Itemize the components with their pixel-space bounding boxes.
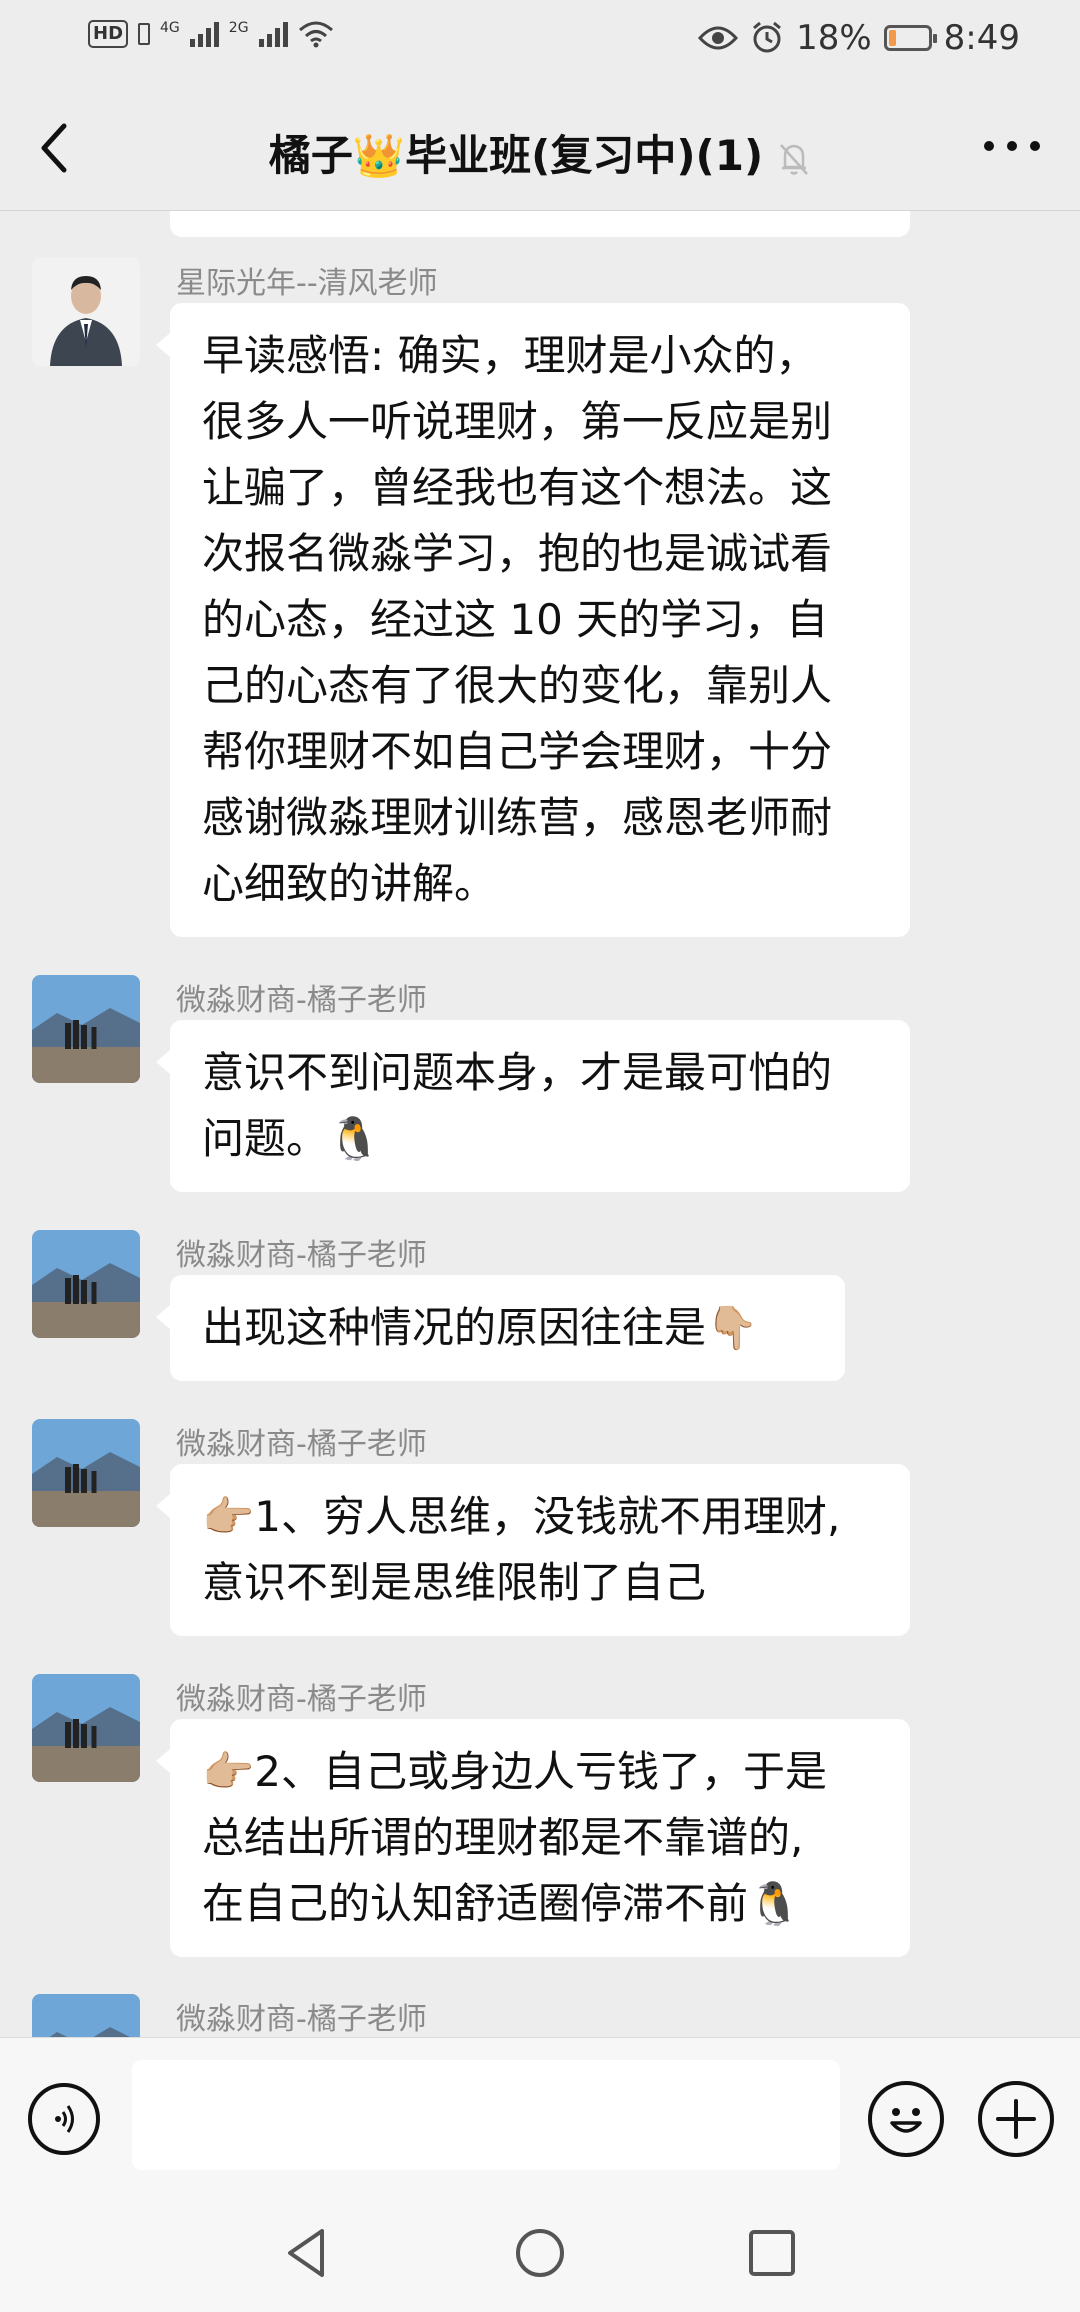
landscape-avatar-icon — [32, 975, 140, 1083]
chat-input-bar — [0, 2037, 1080, 2198]
emoji-button[interactable] — [868, 2081, 944, 2157]
message-text-line: 让骗了，曾经我也有这个想法。这 — [202, 463, 833, 512]
mute-bell-icon — [780, 143, 809, 175]
hd-badge: HD — [88, 20, 129, 48]
wifi-icon — [298, 21, 333, 48]
message-text-line: 在自己的认知舒适圈停滞不前🐧 — [202, 1879, 801, 1928]
message-text-line: 意识不到是思维限制了自己 — [202, 1558, 707, 1607]
more-options-icon[interactable] — [984, 136, 1040, 156]
voice-icon — [55, 2105, 74, 2133]
landscape-avatar-icon — [32, 1994, 140, 2037]
signal-icon — [189, 21, 219, 47]
message-text-line: 👉🏼1、穷人思维，没钱就不用理财, — [202, 1492, 841, 1541]
nav-recents-square-icon[interactable] — [742, 2223, 802, 2283]
chat-title-part2: 毕业班(复习中)(1) — [405, 131, 764, 180]
landscape-avatar-icon — [32, 1230, 140, 1338]
battery-fill — [888, 30, 897, 46]
status-right: 18% 8:49 — [698, 18, 1020, 58]
nav-back-triangle-icon[interactable] — [278, 2223, 338, 2283]
status-bar: HD 4G 2G 18% 8:49 — [0, 0, 1080, 80]
avatar[interactable] — [32, 1419, 140, 1527]
avatar[interactable] — [32, 1994, 140, 2037]
message-bubble[interactable]: 意识不到问题本身，才是最可怕的 问题。🐧 — [156, 1020, 910, 1192]
alarm-icon — [753, 21, 782, 53]
message-text-line: 次报名微淼学习，抱的也是诚试看 — [202, 529, 833, 578]
sim1-network-label: 4G — [160, 20, 180, 36]
chat-header: 橘子👑毕业班(复习中)(1) — [0, 80, 1080, 211]
sim-icon — [138, 23, 151, 45]
sender-name: 微淼财商-橘子老师 — [176, 1238, 427, 1273]
eye-icon — [698, 26, 739, 50]
sender-name: 微淼财商-橘子老师 — [176, 2002, 427, 2037]
man-in-suit-avatar-icon — [32, 258, 140, 366]
plus-icon — [996, 2099, 1036, 2139]
battery-percent: 18% — [796, 18, 872, 58]
landscape-avatar-icon — [32, 1419, 140, 1527]
chat-title: 橘子👑毕业班(复习中)(1) — [0, 122, 1080, 183]
chat-title-part1: 橘子 — [268, 131, 353, 180]
message-text-line: 己的心态有了很大的变化，靠别人 — [202, 661, 833, 710]
message-text-line: 很多人一听说理财，第一反应是别 — [202, 397, 833, 446]
more-functions-button[interactable] — [978, 2081, 1054, 2157]
message-text-line: 问题。🐧 — [202, 1114, 381, 1163]
message-bubble[interactable]: 👉🏼2、自己或身边人亏钱了，于是 总结出所谓的理财都是不靠谱的, 在自己的认知舒… — [156, 1719, 910, 1957]
voice-input-button[interactable] — [28, 2083, 100, 2155]
signal-icon — [258, 21, 288, 47]
status-left: HD 4G 2G — [88, 20, 334, 48]
message-list[interactable]: 星际光年--清风老师 早读感悟: 确实，理财是小众的， 很多人一听说理财，第一反… — [0, 211, 1080, 2037]
message-text-line: 出现这种情况的原因往往是👇🏼 — [202, 1303, 759, 1352]
crown-emoji: 👑 — [352, 131, 406, 180]
smiley-icon — [890, 2108, 922, 2133]
message-bubble[interactable]: 早读感悟: 确实，理财是小众的， 很多人一听说理财，第一反应是别 让骗了，曾经我… — [156, 303, 910, 937]
sender-name: 星际光年--清风老师 — [176, 266, 438, 301]
sim2-network-label: 2G — [228, 20, 249, 36]
message-text-line: 早读感悟: 确实，理财是小众的， — [202, 331, 818, 380]
avatar[interactable] — [32, 1674, 140, 1782]
message-text-line: 的心态，经过这 10 天的学习，自 — [202, 595, 829, 644]
landscape-avatar-icon — [32, 1674, 140, 1782]
battery-icon — [883, 25, 937, 51]
message-text-line: 意识不到问题本身，才是最可怕的 — [202, 1048, 833, 1097]
sender-name: 微淼财商-橘子老师 — [176, 983, 427, 1018]
sender-name: 微淼财商-橘子老师 — [176, 1682, 427, 1717]
avatar[interactable] — [32, 975, 140, 1083]
message-input[interactable] — [132, 2060, 840, 2170]
message-text-line: 总结出所谓的理财都是不靠谱的, — [202, 1813, 804, 1862]
message-bubble[interactable]: 👉🏼1、穷人思维，没钱就不用理财, 意识不到是思维限制了自己 — [156, 1464, 910, 1636]
nav-home-circle-icon[interactable] — [510, 2223, 570, 2283]
message-text-line: 帮你理财不如自己学会理财，十分 — [202, 727, 833, 776]
sender-name: 微淼财商-橘子老师 — [176, 1427, 427, 1462]
avatar[interactable] — [32, 258, 140, 366]
message-text-line: 心细致的讲解。 — [202, 859, 497, 908]
avatar[interactable] — [32, 1230, 140, 1338]
message-text-line: 感谢微淼理财训练营，感恩老师耐 — [202, 793, 833, 842]
clock: 8:49 — [943, 18, 1020, 58]
previous-message-bubble — [170, 211, 910, 237]
system-navigation-bar — [0, 2197, 1080, 2312]
message-bubble[interactable]: 出现这种情况的原因往往是👇🏼 — [156, 1275, 845, 1381]
message-text-line: 👉🏼2、自己或身边人亏钱了，于是 — [202, 1747, 828, 1796]
